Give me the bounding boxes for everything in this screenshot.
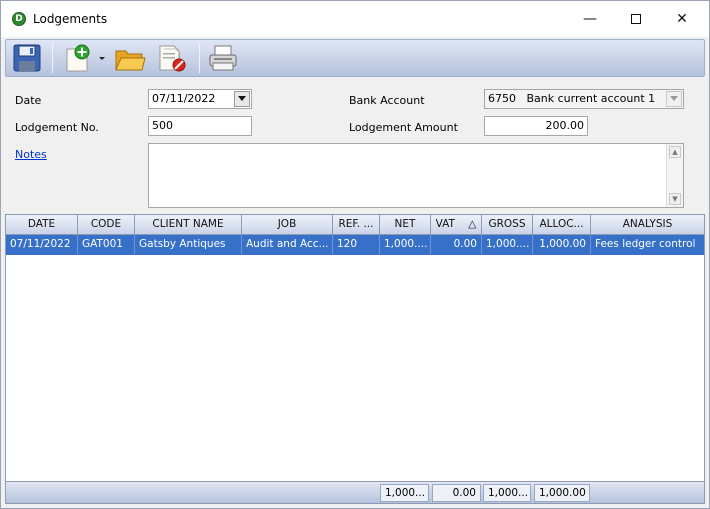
total-net: 1,000...	[380, 484, 429, 502]
table-row[interactable]: 07/11/2022 GAT001 Gatsby Antiques Audit …	[6, 235, 704, 255]
floppy-disk-icon	[13, 44, 41, 72]
bank-account-dropdown-button[interactable]	[666, 91, 682, 107]
grid-totals-bar: 1,000... 0.00 1,000... 1,000.00	[6, 481, 704, 503]
column-header-ref[interactable]: REF. ...	[333, 215, 380, 235]
date-value: 07/11/2022	[152, 92, 216, 105]
cell-client-name: Gatsby Antiques	[135, 235, 242, 255]
bank-account-label: Bank Account	[349, 94, 425, 107]
lodgements-window: D Lodgements — ✕ Date 07/11/2022 Lodgeme…	[0, 0, 710, 509]
notes-link[interactable]: Notes	[15, 148, 47, 161]
open-folder-icon	[115, 50, 146, 71]
window-title: Lodgements	[33, 12, 108, 26]
save-button[interactable]	[12, 43, 44, 73]
cell-ref: 120	[333, 235, 380, 255]
new-document-plus-icon	[66, 44, 90, 72]
date-picker-button[interactable]	[234, 91, 250, 107]
delete-button[interactable]	[156, 43, 188, 73]
lodgement-no-field[interactable]: 500	[148, 116, 252, 136]
date-label: Date	[15, 94, 42, 107]
column-header-job[interactable]: JOB	[242, 215, 333, 235]
new-dropdown-button[interactable]	[96, 43, 108, 73]
title-bar: D Lodgements — ✕	[1, 1, 709, 37]
sort-ascending-icon: △	[468, 218, 477, 230]
grid-header: DATE CODE CLIENT NAME JOB REF. ... NET V…	[6, 215, 704, 235]
close-button[interactable]: ✕	[659, 1, 705, 37]
dropdown-arrow-icon	[99, 57, 105, 60]
minimize-button[interactable]: —	[567, 1, 613, 37]
maximize-icon	[631, 14, 641, 24]
cell-alloc: 1,000.00	[533, 235, 591, 255]
lodgement-amount-label: Lodgement Amount	[349, 121, 458, 134]
lodgement-amount-field[interactable]: 200.00	[484, 116, 588, 136]
cell-net: 1,000....	[380, 235, 431, 255]
cell-date: 07/11/2022	[6, 235, 78, 255]
column-header-alloc[interactable]: ALLOC...	[533, 215, 591, 235]
cell-job: Audit and Acc...	[242, 235, 333, 255]
bank-account-code: 6750	[488, 92, 516, 105]
open-button[interactable]	[114, 43, 146, 73]
column-header-net[interactable]: NET	[380, 215, 431, 235]
date-field[interactable]: 07/11/2022	[148, 89, 252, 109]
total-alloc: 1,000.00	[534, 484, 590, 502]
column-header-code[interactable]: CODE	[78, 215, 135, 235]
bank-account-select[interactable]: 6750 Bank current account 1	[484, 89, 684, 109]
column-header-analysis[interactable]: ANALYSIS	[591, 215, 704, 235]
column-header-vat[interactable]: VAT △	[431, 215, 482, 235]
cell-gross: 1,000....	[482, 235, 533, 255]
total-gross: 1,000...	[483, 484, 531, 502]
bank-account-name: Bank current account 1	[526, 92, 656, 105]
lodgement-no-label: Lodgement No.	[15, 121, 99, 134]
cell-code: GAT001	[78, 235, 135, 255]
maximize-button[interactable]	[613, 1, 659, 37]
chevron-down-icon	[238, 96, 246, 101]
printer-icon	[209, 45, 237, 71]
toolbar	[5, 39, 705, 77]
scroll-down-icon[interactable]: ▼	[669, 193, 681, 205]
delete-document-icon	[159, 45, 186, 72]
lodgements-grid: DATE CODE CLIENT NAME JOB REF. ... NET V…	[5, 214, 705, 504]
scroll-up-icon[interactable]: ▲	[669, 146, 681, 158]
vat-header-label: VAT	[435, 218, 455, 230]
print-button[interactable]	[207, 43, 239, 73]
cell-analysis: Fees ledger control	[595, 238, 696, 250]
cell-vat: 0.00	[431, 235, 482, 255]
chevron-down-icon	[670, 96, 678, 101]
notes-textarea[interactable]: ▲ ▼	[148, 143, 684, 208]
column-header-client-name[interactable]: CLIENT NAME	[135, 215, 242, 235]
new-button[interactable]	[62, 43, 94, 73]
app-logo-icon: D	[12, 12, 26, 26]
column-header-date[interactable]: DATE	[6, 215, 78, 235]
column-header-gross[interactable]: GROSS	[482, 215, 533, 235]
notes-scrollbar[interactable]: ▲ ▼	[666, 144, 683, 207]
total-vat: 0.00	[432, 484, 481, 502]
